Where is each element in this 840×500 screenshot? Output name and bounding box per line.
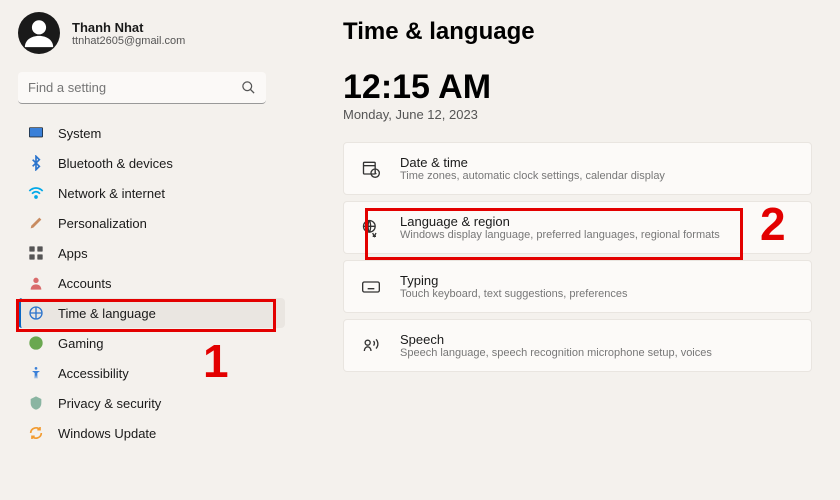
keyboard-icon [360,276,382,298]
search-box [18,72,266,104]
annotation-number-1: 1 [203,334,229,388]
sidebar-item-personalization[interactable]: Personalization [18,208,285,238]
clock-display: 12:15 AM [343,68,812,107]
sidebar-item-label: Bluetooth & devices [58,156,173,171]
sidebar-item-label: Personalization [58,216,147,231]
sidebar-item-label: Accounts [58,276,111,291]
search-icon [241,80,256,100]
shield-icon [28,395,44,411]
card-date-time[interactable]: Date & time Time zones, automatic clock … [343,142,812,195]
brush-icon [28,215,44,231]
sidebar-item-label: Network & internet [58,186,165,201]
sidebar-item-label: Gaming [58,336,104,351]
card-subtitle: Speech language, speech recognition micr… [400,347,712,359]
sidebar-item-apps[interactable]: Apps [18,238,285,268]
annotation-number-2: 2 [760,197,786,251]
speech-icon [360,335,382,357]
search-input[interactable] [18,72,266,104]
user-name: Thanh Nhat [72,20,185,35]
sidebar-item-accounts[interactable]: Accounts [18,268,285,298]
sidebar-item-bluetooth[interactable]: Bluetooth & devices [18,148,285,178]
date-display: Monday, June 12, 2023 [343,107,812,122]
main-content: Time & language 12:15 AM Monday, June 12… [285,0,840,500]
sidebar-item-label: Privacy & security [58,396,161,411]
card-title: Typing [400,273,627,288]
card-subtitle: Time zones, automatic clock settings, ca… [400,170,665,182]
user-account-row[interactable]: Thanh Nhat ttnhat2605@gmail.com [18,12,285,54]
card-title: Language & region [400,214,720,229]
globe-clock-icon [28,305,44,321]
sidebar-item-accessibility[interactable]: Accessibility [18,358,285,388]
system-icon [28,125,44,141]
sidebar-item-label: Accessibility [58,366,129,381]
user-email: ttnhat2605@gmail.com [72,35,185,47]
card-speech[interactable]: Speech Speech language, speech recogniti… [343,319,812,372]
card-subtitle: Windows display language, preferred lang… [400,229,720,241]
sidebar-item-label: System [58,126,101,141]
sidebar-item-label: Time & language [58,306,156,321]
sidebar-item-system[interactable]: System [18,118,285,148]
sidebar-item-network[interactable]: Network & internet [18,178,285,208]
page-title: Time & language [343,18,812,46]
gaming-icon [28,335,44,351]
wifi-icon [28,185,44,201]
card-typing[interactable]: Typing Touch keyboard, text suggestions,… [343,260,812,313]
sidebar-item-windows-update[interactable]: Windows Update [18,418,285,448]
accessibility-icon [28,365,44,381]
nav-list: System Bluetooth & devices Network & int… [18,118,285,448]
user-icon [28,275,44,291]
card-subtitle: Touch keyboard, text suggestions, prefer… [400,288,627,300]
card-language-region[interactable]: Language & region Windows display langua… [343,201,812,254]
calendar-clock-icon [360,158,382,180]
update-icon [28,425,44,441]
sidebar-item-privacy[interactable]: Privacy & security [18,388,285,418]
card-title: Speech [400,332,712,347]
sidebar-item-time-language[interactable]: Time & language [18,298,285,328]
avatar [18,12,60,54]
sidebar-item-label: Apps [58,246,88,261]
sidebar: Thanh Nhat ttnhat2605@gmail.com System B… [0,0,285,500]
card-title: Date & time [400,155,665,170]
apps-icon [28,245,44,261]
sidebar-item-gaming[interactable]: Gaming [18,328,285,358]
sidebar-item-label: Windows Update [58,426,156,441]
bluetooth-icon [28,155,44,171]
settings-card-list: Date & time Time zones, automatic clock … [343,142,812,372]
globe-language-icon [360,217,382,239]
